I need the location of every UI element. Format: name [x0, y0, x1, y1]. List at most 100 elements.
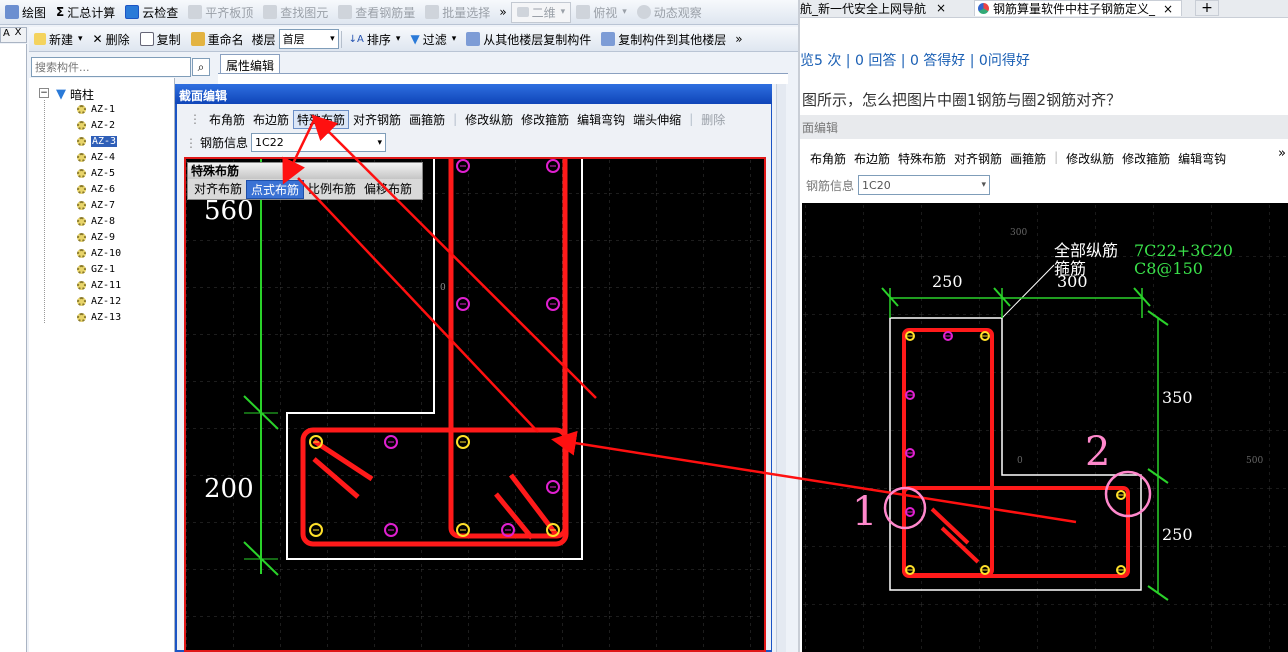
- gear-icon: [77, 217, 86, 226]
- copy-to-floor-button[interactable]: 复制构件到其他楼层: [596, 29, 731, 50]
- cube-icon: [576, 5, 591, 19]
- embedded-tool: 布角筋: [810, 152, 847, 166]
- tool-4[interactable]: 画箍筋: [405, 111, 449, 128]
- rebar-view-icon: [338, 5, 353, 19]
- sort-icon: ↓A: [348, 33, 364, 45]
- axis-500: 500: [1246, 456, 1263, 466]
- component-tree: − ▼ 暗柱 AZ-1 AZ-2 AZ-3 AZ-4 AZ-5 AZ-6 AZ-7 AZ-8 A…: [29, 78, 175, 652]
- toolbar-overflow-icon[interactable]: »: [495, 5, 510, 19]
- tree-item[interactable]: AZ-4: [77, 150, 115, 165]
- batch-select-button[interactable]: 批量选择: [420, 2, 495, 23]
- tab-nav[interactable]: 航_新一代安全上网导航 ×: [800, 0, 970, 16]
- search-icon[interactable]: ⌕: [192, 58, 210, 76]
- delete-icon: ✕: [92, 32, 103, 46]
- dynamic-view-button[interactable]: 动态观察: [632, 2, 707, 23]
- summary-button[interactable]: Σ 汇总计算: [51, 2, 120, 23]
- main-toolbar: 绘图 Σ汇总计算 云检查 平齐板顶 查找图元 查看钢筋量 批量选择 » 二维 俯…: [0, 0, 798, 25]
- rebar-info-select[interactable]: 1C22: [251, 133, 387, 152]
- popup-item[interactable]: 点式布筋: [246, 180, 305, 199]
- dialog-toolbar: ⋮ 布角筋 布边筋 特殊布筋 对齐钢筋 画箍筋 | 修改纵筋 修改箍筋 编辑弯钩 端头伸缩 | 删除: [185, 108, 729, 130]
- toolbar-overflow-icon: »: [1278, 146, 1286, 161]
- tool-2[interactable]: 特殊布筋: [293, 109, 350, 129]
- tool-8[interactable]: 端头伸缩: [629, 111, 685, 128]
- tree-item-label: AZ-4: [91, 152, 116, 163]
- dim-label-bottom: 200: [204, 474, 254, 504]
- rename-button[interactable]: 重命名: [186, 29, 249, 50]
- label-stirrup: 箍筋: [1054, 259, 1086, 278]
- sort-button[interactable]: ↓A 排序: [344, 29, 406, 50]
- tab-active[interactable]: 钢筋算量软件中柱子钢筋定义_ ×: [974, 0, 1182, 16]
- copy-from-floor-icon: [466, 32, 481, 46]
- scrollbar[interactable]: [776, 84, 786, 652]
- embedded-tool: 编辑弯钩: [1178, 152, 1227, 166]
- tree-item[interactable]: AZ-13: [77, 310, 121, 325]
- view-mode-icon: [516, 7, 529, 17]
- tool-6[interactable]: 修改箍筋: [517, 111, 573, 128]
- top-view-button[interactable]: 俯视: [571, 2, 632, 23]
- flush-slab-button[interactable]: 平齐板顶: [183, 2, 258, 23]
- popup-item[interactable]: 对齐布筋: [190, 180, 246, 199]
- tree-item-label: AZ-8: [91, 216, 116, 227]
- tool-0[interactable]: 布角筋: [205, 111, 249, 128]
- tree-item[interactable]: AZ-11: [77, 278, 121, 293]
- close-icon[interactable]: X: [11, 27, 25, 43]
- search-input[interactable]: [31, 57, 191, 77]
- tree-item[interactable]: GZ-1: [77, 262, 115, 277]
- filter-button[interactable]: ▼ 过滤: [405, 29, 461, 50]
- tree-item[interactable]: AZ-7: [77, 198, 115, 213]
- view-rebar-button[interactable]: 查看钢筋量: [333, 2, 420, 23]
- gear-icon: [77, 105, 86, 114]
- popup-item[interactable]: 比例布筋: [304, 180, 360, 199]
- tree-item[interactable]: AZ-1: [77, 102, 115, 117]
- draw-button[interactable]: 绘图: [0, 2, 51, 23]
- tree-item[interactable]: AZ-3: [77, 134, 118, 149]
- close-icon[interactable]: ×: [1163, 2, 1173, 16]
- find-element-button[interactable]: 查找图元: [258, 2, 333, 23]
- tool-5[interactable]: 修改纵筋: [461, 111, 517, 128]
- batch-icon: [425, 5, 440, 19]
- gear-icon: [77, 265, 86, 274]
- tree-item-label: AZ-6: [91, 184, 116, 195]
- filter-icon: ▼: [410, 32, 420, 46]
- tree-item[interactable]: AZ-9: [77, 230, 115, 245]
- close-icon[interactable]: ×: [936, 1, 946, 15]
- label-all-long: 全部纵筋: [1054, 241, 1118, 260]
- tool-1[interactable]: 布边筋: [249, 111, 293, 128]
- new-button[interactable]: 新建: [29, 29, 88, 50]
- tree-item[interactable]: AZ-5: [77, 166, 115, 181]
- view-mode-dropdown[interactable]: 二维: [510, 1, 572, 23]
- popup-item[interactable]: 偏移布筋: [360, 180, 416, 199]
- tool-3[interactable]: 对齐钢筋: [349, 111, 405, 128]
- copy-from-floor-button[interactable]: 从其他楼层复制构件: [461, 29, 596, 50]
- embedded-tool: 画箍筋: [1010, 152, 1047, 166]
- embedded-tool: 特殊布筋: [898, 152, 947, 166]
- embedded-tool: 对齐钢筋: [954, 152, 1003, 166]
- rebar-info-row: ⋮ 钢筋信息 1C22: [185, 133, 387, 152]
- tree-root[interactable]: ▼ 暗柱: [56, 86, 94, 103]
- cloud-check-button[interactable]: 云检查: [120, 2, 183, 23]
- copy-button[interactable]: 复制: [135, 29, 186, 50]
- component-toolbar: 新建 ✕删除 复制 重命名 楼层 首层 ↓A排序 ▼过滤 从其他楼层复制构件 复…: [29, 27, 798, 52]
- collapse-icon[interactable]: −: [39, 88, 49, 98]
- section-canvas[interactable]: 560 200 0: [184, 157, 766, 652]
- tree-item[interactable]: AZ-12: [77, 294, 121, 309]
- toolbar-overflow-icon[interactable]: »: [731, 32, 746, 46]
- delete-button[interactable]: ✕ 删除: [88, 29, 135, 50]
- gear-icon: [77, 137, 86, 146]
- new-tab-button[interactable]: +: [1195, 0, 1219, 16]
- tab-properties[interactable]: 属性编辑: [220, 54, 280, 74]
- tree-item[interactable]: AZ-8: [77, 214, 115, 229]
- tree-item[interactable]: AZ-6: [77, 182, 115, 197]
- gear-icon: [77, 313, 86, 322]
- tree-item[interactable]: AZ-10: [77, 246, 121, 261]
- axis-300: 300: [1010, 228, 1027, 238]
- floor-select[interactable]: 首层: [278, 29, 339, 49]
- tool-9[interactable]: 删除: [697, 111, 729, 128]
- tree-item[interactable]: AZ-2: [77, 118, 115, 133]
- divider: [340, 30, 342, 48]
- tree-item-label: AZ-3: [91, 136, 118, 147]
- gear-icon: [77, 249, 86, 258]
- browser-logo-icon: [978, 3, 989, 14]
- tool-7[interactable]: 编辑弯钩: [573, 111, 629, 128]
- question-stats[interactable]: 览5 次 | 0 回答 | 0 答得好 | 0问得好: [800, 50, 1030, 70]
